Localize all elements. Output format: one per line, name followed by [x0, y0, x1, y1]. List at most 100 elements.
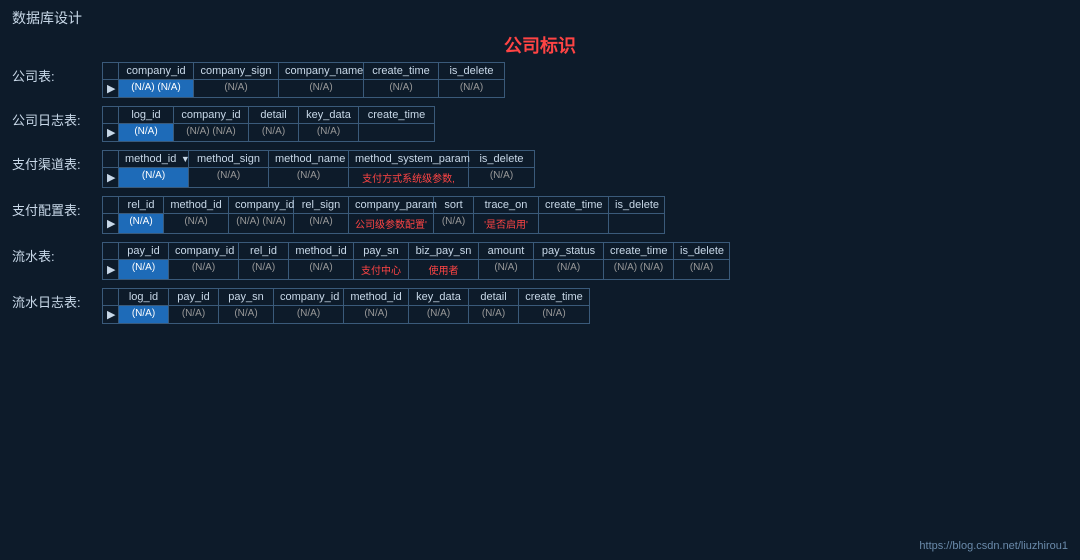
col-cell-5-0-6: (N/A): [469, 306, 519, 323]
col-cell-4-0-1: (N/A): [169, 260, 239, 279]
table-section-0: 公司表:company_idcompany_signcompany_namecr…: [12, 62, 1068, 98]
arrow-header-5: [103, 289, 119, 305]
col-header-5-0: log_id: [119, 289, 169, 305]
col-header-4-7: pay_status: [534, 243, 604, 259]
arrow-header-2: [103, 151, 119, 167]
arrow-body-3-0: ▶: [103, 214, 119, 233]
table-section-2: 支付渠道表:method_id ▼method_signmethod_namem…: [12, 150, 1068, 188]
col-cell-5-0-2: (N/A): [219, 306, 274, 323]
col-header-4-5: biz_pay_sn: [409, 243, 479, 259]
arrow-body-1-0: ▶: [103, 124, 119, 141]
table-section-3: 支付配置表:rel_idmethod_idcompany_idrel_signc…: [12, 196, 1068, 234]
col-header-5-1: pay_id: [169, 289, 219, 305]
col-header-3-2: company_id: [229, 197, 294, 213]
col-header-3-4: company_param: [349, 197, 434, 213]
col-header-2-3: method_system_param: [349, 151, 469, 167]
col-header-3-8: is_delete: [609, 197, 664, 213]
col-cell-3-0-2: (N/A) (N/A): [229, 214, 294, 233]
col-cell-0-0-1: (N/A): [194, 80, 279, 97]
col-header-1-2: detail: [249, 107, 299, 123]
table-section-4: 流水表:pay_idcompany_idrel_idmethod_idpay_s…: [12, 242, 1068, 280]
col-cell-4-0-5: 使用者: [409, 260, 479, 279]
col-cell-5-0-1: (N/A): [169, 306, 219, 323]
col-header-2-0: method_id ▼: [119, 151, 189, 167]
col-header-4-3: method_id: [289, 243, 354, 259]
col-cell-5-0-4: (N/A): [344, 306, 409, 323]
col-header-0-3: create_time: [364, 63, 439, 79]
col-cell-0-0-3: (N/A): [364, 80, 439, 97]
col-header-5-7: create_time: [519, 289, 589, 305]
col-header-1-1: company_id: [174, 107, 249, 123]
col-header-3-5: sort: [434, 197, 474, 213]
col-cell-3-0-4: 公司级参数配置': [349, 214, 434, 233]
col-cell-1-0-2: (N/A): [249, 124, 299, 141]
col-header-4-9: is_delete: [674, 243, 729, 259]
col-cell-0-0-2: (N/A): [279, 80, 364, 97]
col-header-3-3: rel_sign: [294, 197, 349, 213]
col-cell-2-0-3: 支付方式系统级参数,: [349, 168, 469, 187]
db-table-4: pay_idcompany_idrel_idmethod_idpay_snbiz…: [102, 242, 730, 280]
table-section-5: 流水日志表:log_idpay_idpay_sncompany_idmethod…: [12, 288, 1068, 324]
table-label-2: 支付渠道表:: [12, 150, 102, 173]
col-header-3-1: method_id: [164, 197, 229, 213]
col-header-0-1: company_sign: [194, 63, 279, 79]
col-header-1-0: log_id: [119, 107, 174, 123]
col-cell-5-0-3: (N/A): [274, 306, 344, 323]
col-cell-3-0-5: (N/A): [434, 214, 474, 233]
col-cell-3-0-7: [539, 214, 609, 233]
watermark: https://blog.csdn.net/liuzhirou1: [919, 540, 1068, 552]
arrow-body-5-0: ▶: [103, 306, 119, 323]
col-header-3-0: rel_id: [119, 197, 164, 213]
col-cell-4-0-0: (N/A): [119, 260, 169, 279]
col-header-4-2: rel_id: [239, 243, 289, 259]
main-content: 公司表:company_idcompany_signcompany_namecr…: [0, 62, 1080, 324]
col-cell-3-0-8: [609, 214, 664, 233]
db-table-2: method_id ▼method_signmethod_namemethod_…: [102, 150, 535, 188]
col-cell-2-0-4: (N/A): [469, 168, 534, 187]
col-header-4-0: pay_id: [119, 243, 169, 259]
col-header-0-2: company_name: [279, 63, 364, 79]
center-label: 公司标识: [0, 32, 1080, 58]
table-label-5: 流水日志表:: [12, 288, 102, 311]
col-cell-1-0-1: (N/A) (N/A): [174, 124, 249, 141]
col-cell-0-0-4: (N/A): [439, 80, 504, 97]
arrow-body-2-0: ▶: [103, 168, 119, 187]
col-cell-4-0-7: (N/A): [534, 260, 604, 279]
col-header-5-6: detail: [469, 289, 519, 305]
col-cell-4-0-9: (N/A): [674, 260, 729, 279]
col-cell-1-0-0: (N/A): [119, 124, 174, 141]
col-header-2-4: is_delete: [469, 151, 534, 167]
col-header-0-4: is_delete: [439, 63, 504, 79]
arrow-header-1: [103, 107, 119, 123]
col-cell-1-0-3: (N/A): [299, 124, 359, 141]
page-title: 数据库设计: [0, 0, 1080, 32]
col-cell-0-0-0: (N/A) (N/A): [119, 80, 194, 97]
col-cell-4-0-2: (N/A): [239, 260, 289, 279]
col-header-5-2: pay_sn: [219, 289, 274, 305]
db-table-3: rel_idmethod_idcompany_idrel_signcompany…: [102, 196, 665, 234]
col-cell-5-0-5: (N/A): [409, 306, 469, 323]
col-cell-5-0-0: (N/A): [119, 306, 169, 323]
col-header-5-3: company_id: [274, 289, 344, 305]
col-cell-3-0-1: (N/A): [164, 214, 229, 233]
table-label-3: 支付配置表:: [12, 196, 102, 219]
col-header-0-0: company_id: [119, 63, 194, 79]
col-header-5-5: key_data: [409, 289, 469, 305]
col-header-3-6: trace_on: [474, 197, 539, 213]
col-cell-4-0-8: (N/A) (N/A): [604, 260, 674, 279]
col-cell-4-0-6: (N/A): [479, 260, 534, 279]
db-table-5: log_idpay_idpay_sncompany_idmethod_idkey…: [102, 288, 590, 324]
col-cell-1-0-4: [359, 124, 434, 141]
col-cell-3-0-3: (N/A): [294, 214, 349, 233]
arrow-body-4-0: ▶: [103, 260, 119, 279]
col-header-3-7: create_time: [539, 197, 609, 213]
col-cell-2-0-0: (N/A): [119, 168, 189, 187]
col-header-2-1: method_sign: [189, 151, 269, 167]
table-label-1: 公司日志表:: [12, 106, 102, 129]
db-table-0: company_idcompany_signcompany_namecreate…: [102, 62, 505, 98]
arrow-header-0: [103, 63, 119, 79]
col-cell-5-0-7: (N/A): [519, 306, 589, 323]
col-header-5-4: method_id: [344, 289, 409, 305]
db-table-1: log_idcompany_iddetailkey_datacreate_tim…: [102, 106, 435, 142]
table-section-1: 公司日志表:log_idcompany_iddetailkey_datacrea…: [12, 106, 1068, 142]
